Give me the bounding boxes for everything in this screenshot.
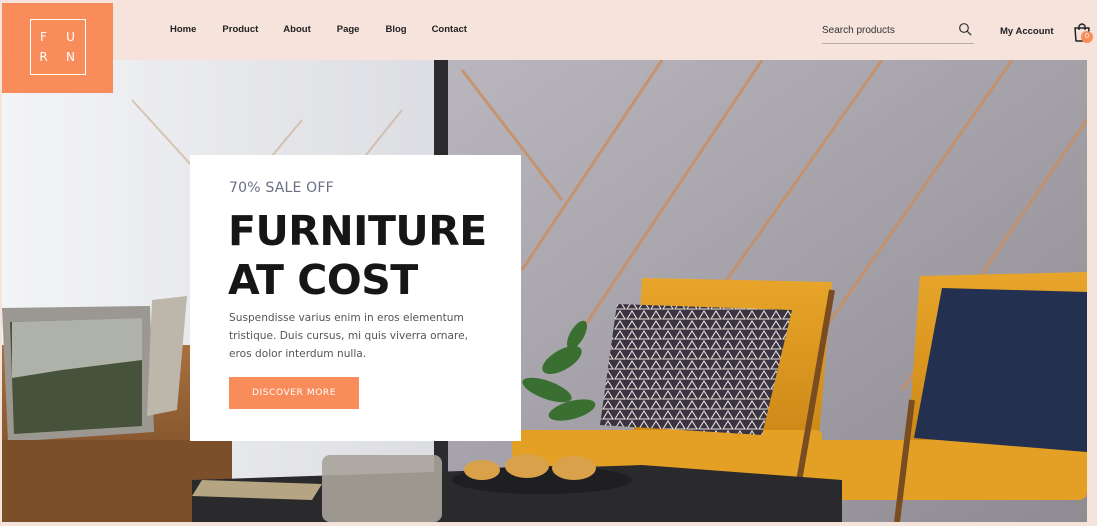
discover-more-button[interactable]: DISCOVER MORE xyxy=(229,377,359,409)
site-header: Home Product About Page Blog Contact My … xyxy=(0,0,1097,60)
search-input[interactable] xyxy=(822,20,952,41)
hero-headline: FURNITURE AT COST xyxy=(228,207,508,305)
furn-logo[interactable]: F U R N xyxy=(2,3,113,93)
page-margin xyxy=(1087,60,1097,526)
nav-product[interactable]: Product xyxy=(222,24,258,35)
nav-page[interactable]: Page xyxy=(337,24,360,35)
logo-letter: U xyxy=(66,30,77,44)
hero-scene xyxy=(2,60,1087,522)
main-nav: Home Product About Page Blog Contact xyxy=(170,24,467,35)
page-margin xyxy=(0,522,1097,526)
nav-home[interactable]: Home xyxy=(170,24,196,35)
logo-mark: F U R N xyxy=(30,19,86,75)
hero-banner-image xyxy=(2,60,1087,522)
nav-about[interactable]: About xyxy=(283,24,310,35)
headline-line: AT COST xyxy=(228,256,418,304)
logo-letter: N xyxy=(66,50,77,64)
hero-description: Suspendisse varius enim in eros elementu… xyxy=(229,312,468,360)
promo-card: 70% SALE OFF FURNITURE AT COST Suspendis… xyxy=(190,155,521,441)
nav-blog[interactable]: Blog xyxy=(385,24,406,35)
logo-letter: R xyxy=(39,50,50,64)
nav-contact[interactable]: Contact xyxy=(432,24,467,35)
search-bar xyxy=(822,20,974,44)
logo-letter: F xyxy=(40,30,49,44)
cart-count-badge: 0 xyxy=(1081,31,1093,43)
sale-kicker: 70% SALE OFF xyxy=(229,180,334,196)
headline-line: FURNITURE xyxy=(228,207,487,255)
my-account-link[interactable]: My Account xyxy=(1000,26,1053,37)
search-icon[interactable] xyxy=(958,22,972,36)
